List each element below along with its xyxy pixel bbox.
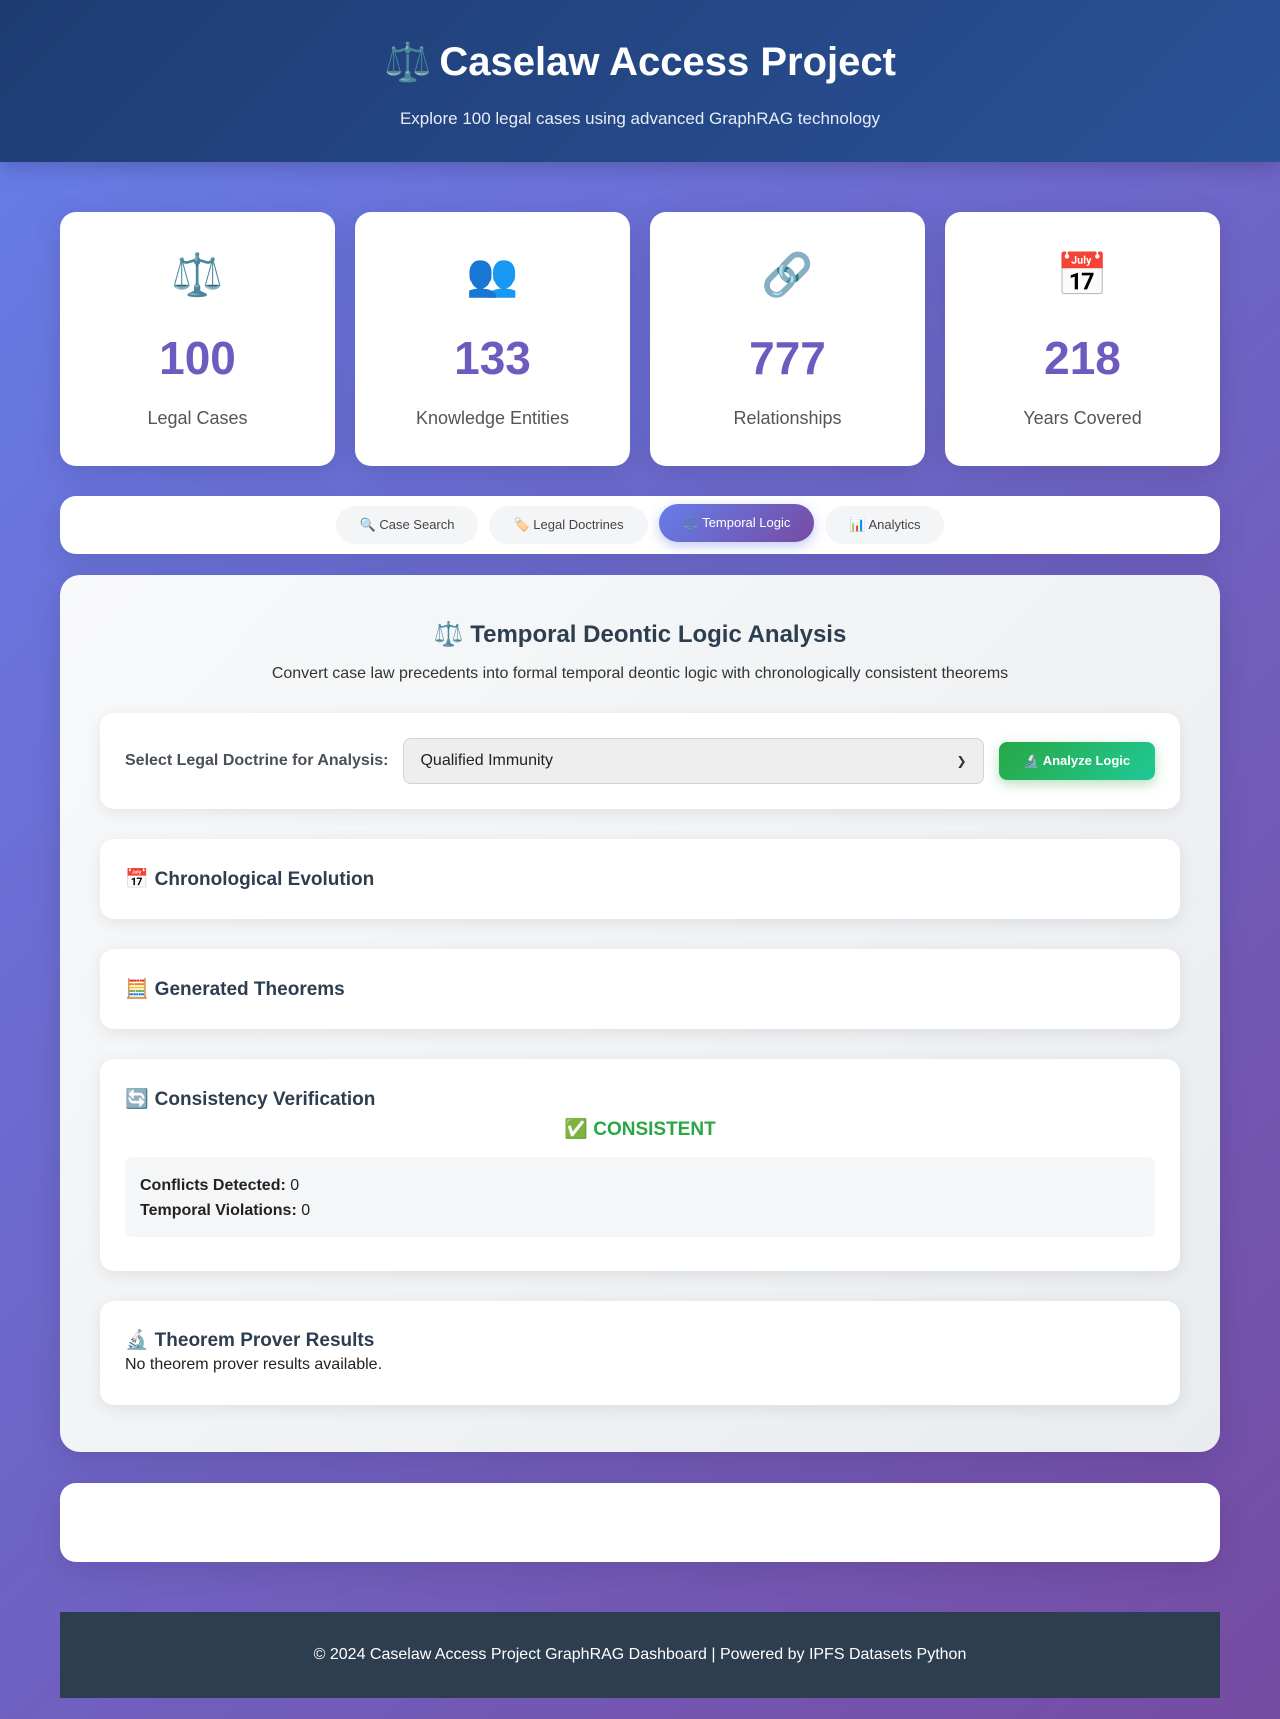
consistency-stats: Conflicts Detected: 0 Temporal Violation… [125, 1157, 1155, 1237]
section-title-text: Generated Theorems [154, 979, 345, 1000]
violations-row: Temporal Violations: 0 [140, 1198, 1140, 1223]
empty-content-card [60, 1483, 1220, 1562]
microscope-icon: 🔬 [125, 1330, 149, 1351]
stat-card-legal-cases: ⚖️ 100 Legal Cases [60, 212, 335, 466]
temporal-logic-panel: ⚖️ Temporal Deontic Logic Analysis Conve… [60, 575, 1220, 1452]
doctrine-select[interactable]: Qualified Immunity ❯ [403, 738, 984, 784]
doctrine-selector-card: Select Legal Doctrine for Analysis: Qual… [100, 713, 1180, 809]
stat-label: Years Covered [1023, 408, 1142, 428]
stat-card-relationships: 🔗 777 Relationships [650, 212, 925, 466]
site-footer: © 2024 Caselaw Access Project GraphRAG D… [60, 1612, 1220, 1698]
people-icon: 👥 [466, 251, 519, 298]
tab-bar: 🔍 Case Search 🏷️ Legal Doctrines ⚖️ Temp… [60, 496, 1220, 554]
tab-case-search[interactable]: 🔍 Case Search [335, 506, 479, 544]
doctrine-select-label: Select Legal Doctrine for Analysis: [125, 752, 389, 769]
consistency-verification-card: 🔄 Consistency Verification ✅ CONSISTENT C… [100, 1059, 1180, 1271]
section-title-text: Chronological Evolution [154, 869, 375, 890]
section-title-text: Theorem Prover Results [154, 1330, 375, 1351]
stats-row: ⚖️ 100 Legal Cases 👥 133 Knowledge Entit… [60, 212, 1220, 466]
stat-card-years-covered: 📅 218 Years Covered [945, 212, 1220, 466]
chevron-down-icon: ❯ [956, 754, 967, 768]
conflicts-row: Conflicts Detected: 0 [140, 1173, 1140, 1198]
stat-value: 100 [159, 332, 236, 384]
doctrine-select-value: Qualified Immunity [420, 752, 553, 769]
theorem-prover-title: 🔬 Theorem Prover Results [125, 1328, 1155, 1352]
generated-theorems-title: 🧮 Generated Theorems [125, 977, 345, 1001]
panel-title-text: Temporal Deontic Logic Analysis [470, 621, 847, 648]
abacus-icon: 🧮 [125, 979, 149, 1000]
section-title-text: Consistency Verification [154, 1089, 376, 1110]
analyze-logic-button[interactable]: 🔬 Analyze Logic [998, 742, 1155, 780]
stat-label: Legal Cases [147, 408, 248, 428]
refresh-icon: 🔄 [125, 1089, 149, 1110]
stat-label: Knowledge Entities [415, 408, 570, 428]
site-header: ⚖️ Caselaw Access Project Explore 100 leg… [0, 0, 1280, 162]
generated-theorems-card: 🧮 Generated Theorems [100, 949, 1180, 1029]
stat-label: Relationships [733, 408, 842, 428]
consistency-verification-title: 🔄 Consistency Verification [125, 1087, 1155, 1111]
scales-icon: ⚖️ [433, 621, 464, 648]
link-icon: 🔗 [761, 251, 814, 298]
violations-value: 0 [301, 1202, 311, 1219]
theorem-prover-text: No theorem prover results available. [125, 1356, 383, 1373]
theorem-prover-card: 🔬 Theorem Prover Results No theorem prove… [100, 1301, 1180, 1405]
calendar-icon: 📅 [1056, 251, 1109, 298]
stat-value: 777 [749, 332, 826, 384]
tab-analytics[interactable]: 📊 Analytics [825, 506, 945, 544]
violations-label: Temporal Violations: [140, 1202, 297, 1219]
scales-icon: ⚖️ [384, 42, 432, 84]
chronological-evolution-card: 📅 Chronological Evolution [100, 839, 1180, 919]
tab-temporal-logic[interactable]: ⚖️ Temporal Logic [658, 504, 815, 542]
chronological-evolution-title: 📅 Chronological Evolution [125, 867, 374, 891]
conflicts-value: 0 [290, 1177, 300, 1194]
stat-value: 133 [454, 332, 531, 384]
panel-subtitle: Convert case law precedents into formal … [271, 665, 1009, 682]
panel-title: ⚖️ Temporal Deontic Logic Analysis [100, 619, 1180, 651]
site-title: ⚖️ Caselaw Access Project [0, 36, 1280, 89]
consistency-status-badge: ✅ CONSISTENT [564, 1119, 716, 1140]
calendar-icon: 📅 [125, 869, 149, 890]
site-title-text: Caselaw Access Project [439, 40, 896, 84]
stat-card-knowledge-entities: 👥 133 Knowledge Entities [355, 212, 630, 466]
footer-text: © 2024 Caselaw Access Project GraphRAG D… [313, 1646, 967, 1663]
tab-legal-doctrines[interactable]: 🏷️ Legal Doctrines [489, 506, 648, 544]
site-subtitle: Explore 100 legal cases using advanced G… [399, 109, 881, 128]
conflicts-label: Conflicts Detected: [140, 1177, 286, 1194]
scales-icon: ⚖️ [171, 251, 224, 298]
stat-value: 218 [1044, 332, 1121, 384]
